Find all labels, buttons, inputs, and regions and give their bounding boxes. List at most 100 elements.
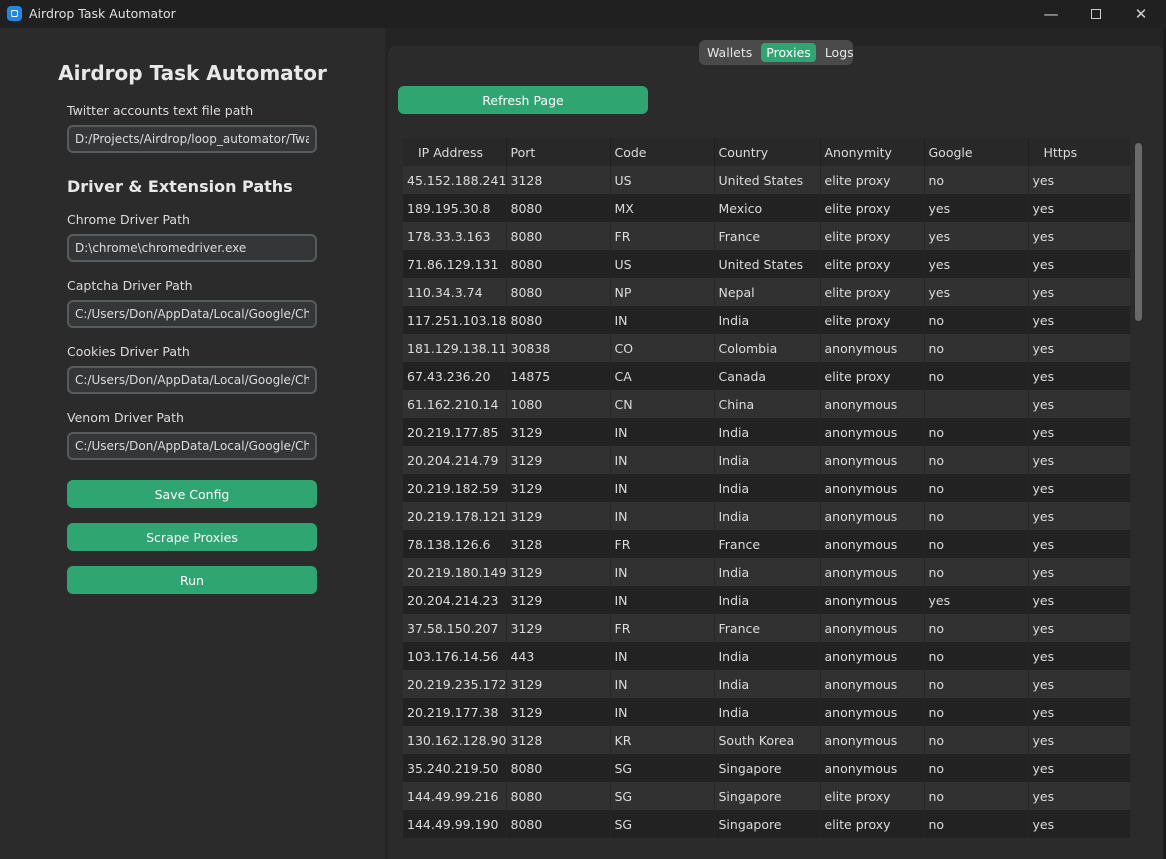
anonymity-cell: elite proxy [820, 278, 925, 306]
minimize-button[interactable]: — [1028, 0, 1074, 28]
google-cell: no [924, 726, 1029, 754]
table-row[interactable]: 20.204.214.23 3129 IN India anonymous yes yes [403, 586, 1130, 614]
scrollbar-thumb[interactable] [1135, 143, 1142, 321]
anonymity-cell: anonymous [820, 390, 925, 418]
port-cell: 443 [506, 642, 611, 670]
table-row[interactable]: 20.219.180.149 3129 IN India anonymous no yes [403, 558, 1130, 586]
country-cell: France [714, 614, 821, 642]
code-cell: IN [610, 306, 715, 334]
code-cell: IN [610, 446, 715, 474]
table-row[interactable]: 189.195.30.8 8080 MX Mexico elite proxy yes ye… [403, 194, 1130, 222]
ip-cell: 37.58.150.207 [403, 614, 507, 642]
table-row[interactable]: 20.204.214.79 3129 IN India anonymous no yes [403, 446, 1130, 474]
code-cell: SG [610, 810, 715, 838]
country-cell: India [714, 446, 821, 474]
country-cell: United States [714, 166, 821, 194]
maximize-button[interactable] [1073, 0, 1119, 28]
save-config-button[interactable]: Save Config [67, 480, 317, 508]
table-row[interactable]: 178.33.3.163 8080 FR France elite proxy yes ye… [403, 222, 1130, 250]
code-cell: IN [610, 642, 715, 670]
ip-cell: 144.49.99.216 [403, 782, 507, 810]
google-cell: yes [924, 586, 1029, 614]
country-cell: Colombia [714, 334, 821, 362]
table-row[interactable]: 45.152.188.241 3128 US United States elite p… [403, 166, 1130, 194]
anonymity-cell: anonymous [820, 642, 925, 670]
table-row[interactable]: 20.219.235.172 3129 IN India anonymous no yes [403, 670, 1130, 698]
country-cell: India [714, 306, 821, 334]
table-row[interactable]: 130.162.128.90 3128 KR South Korea anonymous… [403, 726, 1130, 754]
https-cell: yes [1028, 418, 1130, 446]
minimize-icon: — [1043, 5, 1059, 23]
anonymity-cell: anonymous [820, 474, 925, 502]
table-row[interactable]: 117.251.103.186 8080 IN India elite proxy no y… [403, 306, 1130, 334]
code-cell: CN [610, 390, 715, 418]
google-cell: no [924, 530, 1029, 558]
table-row[interactable]: 35.240.219.50 8080 SG Singapore anonymous no y… [403, 754, 1130, 782]
code-cell: SG [610, 754, 715, 782]
table-row[interactable]: 181.129.138.114 30838 CO Colombia anonymous n… [403, 334, 1130, 362]
tab-logs[interactable]: Logs [820, 43, 859, 62]
refresh-page-button[interactable]: Refresh Page [398, 86, 648, 114]
chrome-driver-input[interactable] [67, 234, 317, 262]
scrape-proxies-button[interactable]: Scrape Proxies [67, 523, 317, 551]
table-row[interactable]: 144.49.99.216 8080 SG Singapore elite proxy n… [403, 782, 1130, 810]
port-cell: 8080 [506, 278, 611, 306]
anonymity-cell: anonymous [820, 698, 925, 726]
https-cell: yes [1028, 278, 1130, 306]
code-cell: IN [610, 502, 715, 530]
country-cell: China [714, 390, 821, 418]
table-row[interactable]: 20.219.182.59 3129 IN India anonymous no yes [403, 474, 1130, 502]
cookies-driver-input[interactable] [67, 366, 317, 394]
https-cell: yes [1028, 222, 1130, 250]
table-row[interactable]: 20.219.178.121 3129 IN India anonymous no yes [403, 502, 1130, 530]
https-cell: yes [1028, 502, 1130, 530]
google-cell: no [924, 782, 1029, 810]
table-row[interactable]: 71.86.129.131 8080 US United States elite pr… [403, 250, 1130, 278]
captcha-driver-label: Captcha Driver Path [67, 278, 193, 293]
twitter-path-input[interactable] [67, 125, 317, 153]
col-header-anonymity[interactable]: Anonymity [820, 138, 925, 166]
ip-cell: 181.129.138.114 [403, 334, 507, 362]
table-row[interactable]: 67.43.236.20 14875 CA Canada elite proxy no ye… [403, 362, 1130, 390]
captcha-driver-input[interactable] [67, 300, 317, 328]
venom-driver-input[interactable] [67, 432, 317, 460]
col-header-port[interactable]: Port [506, 138, 611, 166]
country-cell: India [714, 502, 821, 530]
close-button[interactable]: ✕ [1118, 0, 1164, 28]
col-header-ip[interactable]: IP Address [403, 138, 507, 166]
google-cell: no [924, 474, 1029, 502]
anonymity-cell: elite proxy [820, 222, 925, 250]
code-cell: FR [610, 222, 715, 250]
table-row[interactable]: 78.138.126.6 3128 FR France anonymous no yes [403, 530, 1130, 558]
table-scrollbar[interactable] [1135, 143, 1143, 843]
table-row[interactable]: 20.219.177.85 3129 IN India anonymous no yes [403, 418, 1130, 446]
table-row[interactable]: 110.34.3.74 8080 NP Nepal elite proxy yes yes [403, 278, 1130, 306]
tab-proxies[interactable]: Proxies [761, 43, 816, 62]
col-header-https[interactable]: Https [1028, 138, 1130, 166]
col-header-country[interactable]: Country [714, 138, 821, 166]
port-cell: 3129 [506, 446, 611, 474]
google-cell: yes [924, 194, 1029, 222]
tab-wallets[interactable]: Wallets [702, 43, 757, 62]
col-header-google[interactable]: Google [924, 138, 1029, 166]
https-cell: yes [1028, 558, 1130, 586]
table-row[interactable]: 61.162.210.14 1080 CN China anonymous yes [403, 390, 1130, 418]
anonymity-cell: anonymous [820, 530, 925, 558]
country-cell: Canada [714, 362, 821, 390]
google-cell: no [924, 334, 1029, 362]
https-cell: yes [1028, 166, 1130, 194]
table-row[interactable]: 144.49.99.190 8080 SG Singapore elite proxy n… [403, 810, 1130, 838]
col-header-code[interactable]: Code [610, 138, 715, 166]
code-cell: CO [610, 334, 715, 362]
port-cell: 3128 [506, 530, 611, 558]
google-cell: no [924, 558, 1029, 586]
google-cell: no [924, 698, 1029, 726]
table-row[interactable]: 37.58.150.207 3129 FR France anonymous no yes [403, 614, 1130, 642]
twitter-path-label: Twitter accounts text file path [67, 103, 254, 118]
table-row[interactable]: 103.176.14.56 443 IN India anonymous no yes [403, 642, 1130, 670]
run-button[interactable]: Run [67, 566, 317, 594]
port-cell: 3128 [506, 726, 611, 754]
table-row[interactable]: 20.219.177.38 3129 IN India anonymous no yes [403, 698, 1130, 726]
https-cell: yes [1028, 614, 1130, 642]
country-cell: Singapore [714, 810, 821, 838]
